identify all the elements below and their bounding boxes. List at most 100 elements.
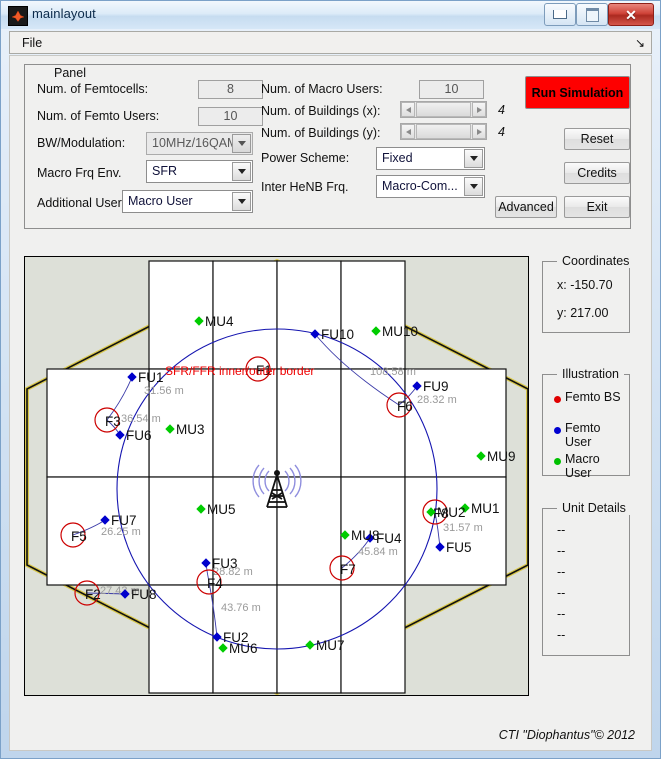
advanced-button[interactable]: Advanced xyxy=(495,196,557,218)
macro-user-label: MU2 xyxy=(437,505,466,520)
illustration-groupbox: Illustration Femto BS Femto User Macro U… xyxy=(542,367,630,480)
femto-user-label: FU7 xyxy=(111,513,137,528)
slider-right-arrow-icon[interactable] xyxy=(472,124,486,139)
slider-right-arrow-icon[interactable] xyxy=(472,102,486,117)
label-bw-modulation: BW/Modulation: xyxy=(37,136,126,150)
femto-user-label: FU5 xyxy=(446,540,472,555)
application-window: mainlayout ✕ File ↘ Panel Num. of Femtoc… xyxy=(0,0,661,759)
unit-detail-line: -- xyxy=(557,565,566,579)
maximize-icon xyxy=(585,7,599,22)
num-femto-users-field[interactable]: 10 xyxy=(198,107,263,126)
minimize-icon xyxy=(553,10,567,19)
chevron-down-icon xyxy=(232,134,251,153)
legend-label-macro-user: Macro User xyxy=(565,452,600,480)
close-icon: ✕ xyxy=(625,6,637,23)
slider-left-arrow-icon[interactable] xyxy=(401,102,415,117)
power-scheme-select[interactable]: Fixed xyxy=(376,147,485,170)
credits-button[interactable]: Credits xyxy=(564,162,630,184)
label-num-buildings-y: Num. of Buildings (y): xyxy=(261,126,381,140)
coordinate-x-value: x: -150.70 xyxy=(557,278,613,292)
bw-modulation-select[interactable]: 10MHz/16QAM xyxy=(146,132,253,155)
building-block[interactable] xyxy=(340,584,406,694)
label-num-buildings-x: Num. of Buildings (x): xyxy=(261,104,381,118)
slider-left-arrow-icon[interactable] xyxy=(401,124,415,139)
exit-button[interactable]: Exit xyxy=(564,196,630,218)
label-additional-user: Additional User: xyxy=(37,196,126,210)
menu-item-file[interactable]: File xyxy=(18,35,46,51)
simulation-plot[interactable]: 31.56 m 36.54 m 28.32 m 108.58 m 26.25 m 27.4… xyxy=(24,256,529,696)
building-block[interactable] xyxy=(276,368,342,478)
chevron-down-icon xyxy=(232,192,251,211)
inter-henb-frq-select[interactable]: Macro-Com... xyxy=(376,175,485,198)
num-buildings-x-slider[interactable] xyxy=(400,101,487,118)
slider-thumb[interactable] xyxy=(416,102,471,117)
run-simulation-button[interactable]: Run Simulation xyxy=(525,76,630,109)
femto-user-label: FU1 xyxy=(138,370,164,385)
macro-user-label: MU6 xyxy=(229,641,258,656)
unit-detail-line: -- xyxy=(557,544,566,558)
panel-legend: Panel xyxy=(49,66,91,80)
femto-bs-label: F6 xyxy=(397,399,413,414)
num-buildings-y-value: 4 xyxy=(498,125,505,139)
client-area: Panel Num. of Femtocells: 8 Num. of Femt… xyxy=(9,55,652,751)
coordinates-groupbox: Coordinates x: -150.70 y: 217.00 xyxy=(542,254,635,333)
link-distance-label: 43.76 m xyxy=(221,602,261,614)
num-macro-users-field[interactable]: 10 xyxy=(419,80,484,99)
femto-user-label: FU8 xyxy=(131,587,157,602)
macro-user-label: MU4 xyxy=(205,314,234,329)
num-buildings-y-slider[interactable] xyxy=(400,123,487,140)
label-inter-henb-frq: Inter HeNB Frq. xyxy=(261,180,349,194)
maximize-button[interactable] xyxy=(576,3,608,26)
macro-user-dot-icon xyxy=(554,458,561,465)
chevron-down-icon xyxy=(232,162,251,181)
bw-modulation-value: 10MHz/16QAM xyxy=(152,136,238,150)
building-block[interactable] xyxy=(340,368,406,478)
reset-button[interactable]: Reset xyxy=(564,128,630,150)
label-num-femtocells: Num. of Femtocells: xyxy=(37,82,149,96)
macro-frq-env-select[interactable]: SFR xyxy=(146,160,253,183)
macro-user-label: MU10 xyxy=(382,324,418,339)
macro-user-label: MU9 xyxy=(487,449,516,464)
femto-bs-label: F5 xyxy=(71,529,87,544)
chevron-down-icon xyxy=(464,177,483,196)
minimize-button[interactable] xyxy=(544,3,576,26)
link-distance-label: 31.57 m xyxy=(443,522,483,534)
macro-user-label: MU5 xyxy=(207,502,236,517)
unit-details-groupbox: Unit Details -- -- -- -- -- -- xyxy=(542,501,631,656)
label-power-scheme: Power Scheme: xyxy=(261,151,350,165)
femto-user-label: FU3 xyxy=(212,556,238,571)
link-distance-label: 36.54 m xyxy=(121,413,161,425)
building-block[interactable] xyxy=(148,584,214,694)
building-block[interactable] xyxy=(148,476,214,586)
title-bar: mainlayout ✕ xyxy=(1,1,660,29)
macro-frq-env-value: SFR xyxy=(152,164,177,178)
undock-arrow-icon[interactable]: ↘ xyxy=(635,36,645,50)
building-block[interactable] xyxy=(276,476,342,586)
sfr-ffr-border-label: SFR/FFR inner/outer border xyxy=(165,364,314,378)
macro-user-label: MU7 xyxy=(316,638,345,653)
femto-bs-dot-icon xyxy=(554,396,561,403)
matlab-icon xyxy=(8,6,28,26)
building-block[interactable] xyxy=(276,260,342,370)
building-block[interactable] xyxy=(148,260,214,370)
additional-user-select[interactable]: Macro User xyxy=(122,190,253,213)
label-num-femto-users: Num. of Femto Users: xyxy=(37,109,160,123)
femto-user-label: FU9 xyxy=(423,379,449,394)
slider-thumb[interactable] xyxy=(416,124,471,139)
plot-canvas[interactable]: 31.56 m36.54 m28.32 m108.58 m26.25 m27.4… xyxy=(25,257,528,695)
building-block[interactable] xyxy=(340,260,406,370)
legend-label-femto-bs: Femto BS xyxy=(565,390,621,404)
num-buildings-x-value: 4 xyxy=(498,103,505,117)
window-title: mainlayout xyxy=(32,6,96,21)
building-block[interactable] xyxy=(212,368,278,478)
chevron-down-icon xyxy=(464,149,483,168)
close-button[interactable]: ✕ xyxy=(608,3,654,26)
menu-bar: File ↘ xyxy=(9,31,652,54)
legend-label-femto-user: Femto User xyxy=(565,421,601,449)
inter-henb-frq-value: Macro-Com... xyxy=(382,179,458,193)
unit-details-legend: Unit Details xyxy=(557,501,631,515)
num-femtocells-field[interactable]: 8 xyxy=(198,80,263,99)
additional-user-value: Macro User xyxy=(128,194,193,208)
femto-bs-label: F4 xyxy=(207,576,223,591)
femto-user-label: FU4 xyxy=(376,531,402,546)
